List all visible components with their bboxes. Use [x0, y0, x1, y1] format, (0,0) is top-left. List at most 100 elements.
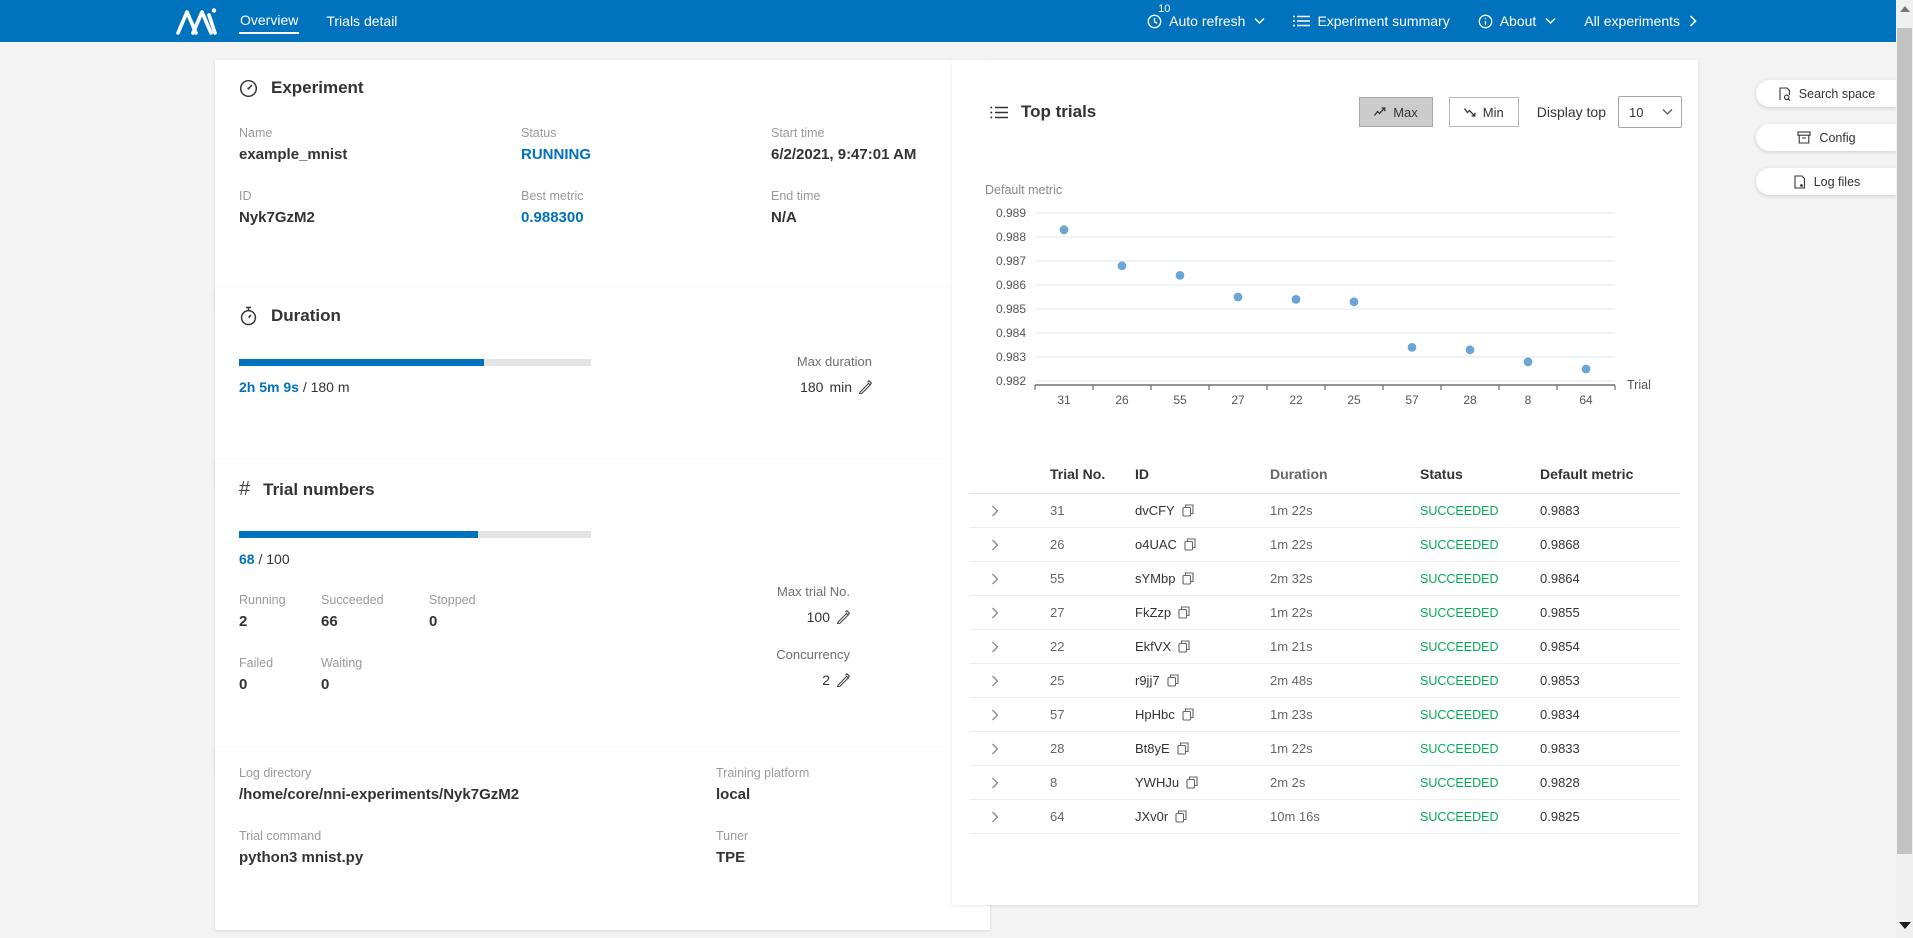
cell-status: SUCCEEDED — [1410, 674, 1530, 688]
expand-row-chevron-icon[interactable] — [970, 607, 1020, 619]
field-name: Name example_mnist — [239, 126, 521, 163]
expand-row-chevron-icon[interactable] — [970, 539, 1020, 551]
expand-row-chevron-icon[interactable] — [970, 743, 1020, 755]
concurrency-label: Concurrency — [776, 647, 850, 662]
copy-icon[interactable] — [1177, 742, 1189, 755]
cell-status: SUCCEEDED — [1410, 776, 1530, 790]
cell-status: SUCCEEDED — [1410, 708, 1530, 722]
table-row: 27 FkZzp 1m 22s SUCCEEDED 0.9855 — [970, 596, 1680, 630]
data-point — [1350, 297, 1359, 306]
list-lines-icon — [1293, 14, 1310, 28]
default-metric-chart: Default metric0.9890.9880.9870.9860.9850… — [975, 178, 1675, 418]
stat-succeeded: Succeeded 66 — [321, 593, 429, 630]
table-row: 64 JXv0r 10m 16s SUCCEEDED 0.9825 — [970, 800, 1680, 834]
cell-default-metric: 0.9828 — [1530, 775, 1680, 790]
experiment-summary-button[interactable]: Experiment summary — [1293, 13, 1449, 29]
y-tick-label: 0.988 — [996, 230, 1026, 244]
stat-failed: Failed 0 — [239, 656, 321, 693]
copy-icon[interactable] — [1178, 606, 1190, 619]
info-icon — [1478, 14, 1493, 29]
edit-max-trial-pencil-icon[interactable] — [836, 610, 850, 624]
max-duration-value: 180 — [800, 379, 823, 395]
about-label: About — [1500, 13, 1537, 29]
cell-trial-no: 31 — [1020, 503, 1125, 518]
expand-row-chevron-icon[interactable] — [970, 641, 1020, 653]
max-duration-label: Max duration — [797, 354, 872, 369]
expand-row-chevron-icon[interactable] — [970, 777, 1020, 789]
expand-row-chevron-icon[interactable] — [970, 709, 1020, 721]
scrollbar-thumb[interactable] — [1897, 28, 1912, 854]
trial-numbers-card: # Trial numbers 68 / 100 Running 2 Succe… — [215, 460, 990, 772]
table-body: 31 dvCFY 1m 22s SUCCEEDED 0.9883 26 o — [970, 494, 1680, 834]
cell-duration: 1m 21s — [1260, 639, 1410, 654]
data-point — [1176, 271, 1185, 280]
field-best-metric: Best metric 0.988300 — [521, 189, 771, 226]
cell-trial-id: FkZzp — [1135, 605, 1171, 620]
field-log-directory: Log directory /home/core/nni-experiments… — [239, 766, 716, 803]
about-menu[interactable]: About — [1478, 13, 1557, 29]
cell-trial-no: 55 — [1020, 571, 1125, 586]
copy-icon[interactable] — [1182, 572, 1194, 585]
max-trial-label: Max trial No. — [776, 584, 850, 599]
search-space-button[interactable]: Search space — [1756, 80, 1897, 107]
vertical-scrollbar[interactable] — [1896, 0, 1913, 938]
copy-icon[interactable] — [1175, 810, 1187, 823]
cell-duration: 1m 22s — [1260, 503, 1410, 518]
copy-icon[interactable] — [1167, 674, 1179, 687]
edit-max-duration-pencil-icon[interactable] — [858, 380, 872, 394]
cell-trial-no: 25 — [1020, 673, 1125, 688]
x-tick-label: 22 — [1289, 393, 1303, 407]
data-point — [1582, 365, 1591, 374]
min-toggle-button[interactable]: Min — [1449, 97, 1519, 127]
nav-tab-trials-detail[interactable]: Trials detail — [325, 10, 398, 32]
nni-logo-icon[interactable] — [175, 6, 221, 36]
scrollbar-down-arrow-icon[interactable] — [1899, 922, 1911, 929]
expand-row-chevron-icon[interactable] — [970, 573, 1020, 585]
cell-trial-no: 64 — [1020, 809, 1125, 824]
field-tuner: Tuner TPE — [716, 829, 966, 866]
x-tick-label: 25 — [1347, 393, 1361, 407]
gauge-icon — [239, 79, 258, 98]
field-id: ID Nyk7GzM2 — [239, 189, 521, 226]
cell-trial-no: 22 — [1020, 639, 1125, 654]
top-trials-title: Top trials — [1021, 102, 1096, 122]
copy-icon[interactable] — [1178, 640, 1190, 653]
auto-refresh-menu[interactable]: 10 Auto refresh — [1147, 13, 1265, 29]
expand-row-chevron-icon[interactable] — [970, 675, 1020, 687]
copy-icon[interactable] — [1186, 776, 1198, 789]
scrollbar-up-arrow-icon[interactable] — [1900, 6, 1910, 12]
nav-tab-overview[interactable]: Overview — [239, 9, 299, 34]
chart-x-axis-title: Trial — [1627, 378, 1651, 392]
max-toggle-button[interactable]: Max — [1359, 97, 1433, 127]
log-files-button[interactable]: Log files — [1756, 168, 1897, 195]
cell-duration: 1m 23s — [1260, 707, 1410, 722]
display-top-dropdown[interactable]: 10 — [1618, 96, 1682, 128]
x-tick-label: 8 — [1525, 393, 1532, 407]
chevron-down-icon — [1254, 17, 1265, 25]
expand-row-chevron-icon[interactable] — [970, 505, 1020, 517]
chevron-right-icon — [1689, 15, 1697, 27]
cell-trial-id: JXv0r — [1135, 809, 1168, 824]
copy-icon[interactable] — [1182, 708, 1194, 721]
y-tick-label: 0.989 — [996, 206, 1026, 220]
cell-duration: 1m 22s — [1260, 741, 1410, 756]
y-tick-label: 0.986 — [996, 278, 1026, 292]
max-duration-unit: min — [829, 379, 852, 395]
edit-concurrency-pencil-icon[interactable] — [836, 673, 850, 687]
duration-card-title: Duration — [271, 306, 341, 326]
cell-trial-id: HpHbc — [1135, 707, 1175, 722]
config-button[interactable]: Config — [1756, 124, 1897, 151]
field-training-platform: Training platform local — [716, 766, 966, 803]
cell-status: SUCCEEDED — [1410, 538, 1530, 552]
cell-default-metric: 0.9853 — [1530, 673, 1680, 688]
cell-default-metric: 0.9825 — [1530, 809, 1680, 824]
duration-progress-fill — [239, 359, 484, 366]
x-tick-label: 27 — [1231, 393, 1245, 407]
expand-row-chevron-icon[interactable] — [970, 811, 1020, 823]
status-badge: RUNNING — [521, 146, 771, 163]
cell-trial-id: dvCFY — [1135, 503, 1175, 518]
copy-icon[interactable] — [1184, 538, 1196, 551]
all-experiments-link[interactable]: All experiments — [1584, 13, 1697, 29]
hash-icon: # — [239, 478, 250, 501]
copy-icon[interactable] — [1182, 504, 1194, 517]
